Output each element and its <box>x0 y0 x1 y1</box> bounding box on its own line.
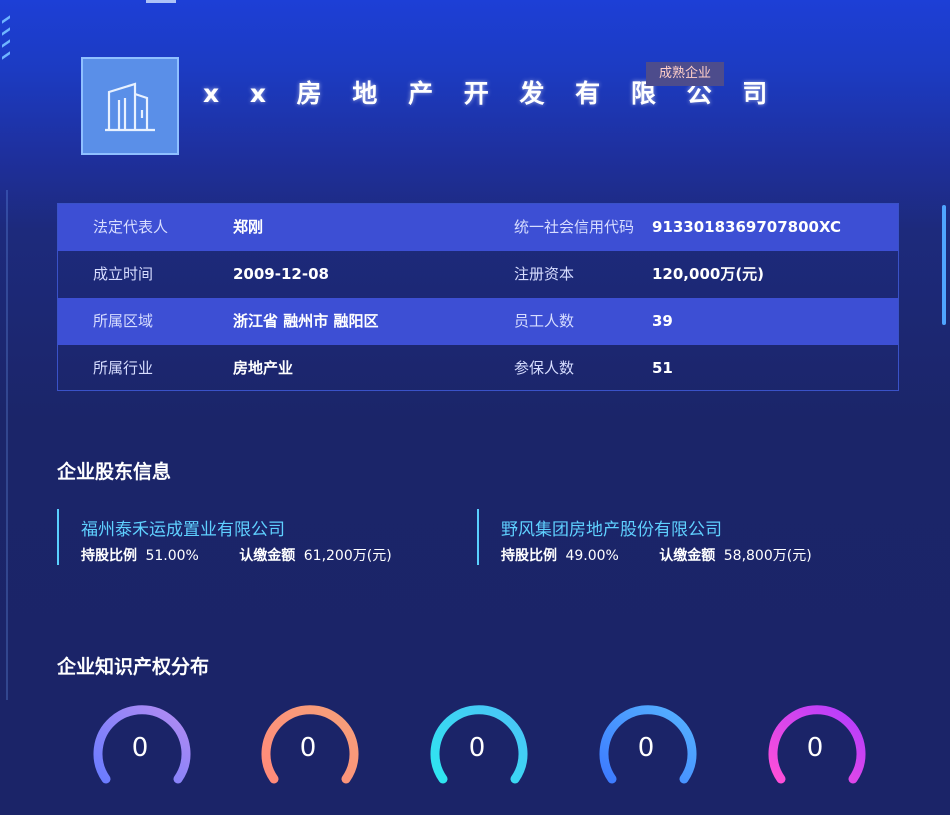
ratio-value: 51.00% <box>145 548 199 564</box>
shareholders-title: 企业股东信息 <box>57 461 172 483</box>
label-industry: 所属行业 <box>93 359 154 377</box>
shareholder-details: 持股比例 49.00% 认缴金额 58,800万(元) <box>501 545 812 565</box>
shareholder-card: 野风集团房地产股份有限公司 持股比例 49.00% 认缴金额 58,800万(元… <box>477 509 859 565</box>
ratio-value: 49.00% <box>565 548 619 564</box>
table-row: 法定代表人 郑刚 统一社会信用代码 9133018369707800XC <box>58 204 898 251</box>
label-capital: 注册资本 <box>514 265 575 283</box>
label-region: 所属区域 <box>93 312 154 330</box>
value-region: 浙江省 融州市 融阳区 <box>233 312 379 330</box>
building-icon <box>81 57 179 155</box>
ip-ring-gauge: 0 <box>90 705 194 809</box>
label-legal-rep: 法定代表人 <box>93 218 169 236</box>
amount-value: 61,200万(元) <box>303 548 392 564</box>
scrollbar-thumb[interactable] <box>942 205 946 325</box>
amount-label: 认缴金额 <box>239 548 296 564</box>
ip-ring-gauge: 0 <box>427 705 531 809</box>
top-decoration <box>146 0 176 3</box>
shareholder-details: 持股比例 51.00% 认缴金额 61,200万(元) <box>81 545 392 565</box>
ip-ring-gauge: 0 <box>765 705 869 809</box>
value-employees: 39 <box>652 312 673 330</box>
label-founded: 成立时间 <box>93 265 154 283</box>
value-insured: 51 <box>652 359 673 377</box>
amount-value: 58,800万(元) <box>723 548 812 564</box>
value-credit-code: 9133018369707800XC <box>652 218 842 236</box>
label-employees: 员工人数 <box>514 312 575 330</box>
label-credit-code: 统一社会信用代码 <box>514 218 635 236</box>
value-legal-rep: 郑刚 <box>233 218 264 236</box>
table-row: 成立时间 2009-12-08 注册资本 120,000万(元) <box>58 251 898 298</box>
value-industry: 房地产业 <box>233 359 294 377</box>
ip-ring-gauge: 0 <box>258 705 362 809</box>
ring-value: 0 <box>468 733 486 763</box>
ip-ring-gauge: 0 <box>596 705 700 809</box>
ring-value: 0 <box>299 733 317 763</box>
shareholder-name[interactable]: 野风集团房地产股份有限公司 <box>501 515 722 540</box>
corner-decoration <box>0 0 14 70</box>
ratio-label: 持股比例 <box>501 548 557 564</box>
value-founded: 2009-12-08 <box>233 265 329 283</box>
amount-label: 认缴金额 <box>659 548 716 564</box>
status-badge: 成熟企业 <box>646 62 724 86</box>
ring-value: 0 <box>131 733 149 763</box>
table-row: 所属行业 房地产业 参保人数 51 <box>58 345 898 392</box>
shareholder-name[interactable]: 福州泰禾运成置业有限公司 <box>81 515 285 540</box>
table-row: 所属区域 浙江省 融州市 融阳区 员工人数 39 <box>58 298 898 345</box>
shareholder-card: 福州泰禾运成置业有限公司 持股比例 51.00% 认缴金额 61,200万(元) <box>57 509 439 565</box>
ratio-label: 持股比例 <box>81 548 137 564</box>
company-info-table: 法定代表人 郑刚 统一社会信用代码 9133018369707800XC 成立时… <box>57 203 899 391</box>
label-insured: 参保人数 <box>514 359 575 377</box>
value-capital: 120,000万(元) <box>652 265 765 283</box>
ring-value: 0 <box>806 733 824 763</box>
side-divider <box>6 190 8 700</box>
ip-distribution-title: 企业知识产权分布 <box>57 656 210 678</box>
ring-value: 0 <box>637 733 655 763</box>
